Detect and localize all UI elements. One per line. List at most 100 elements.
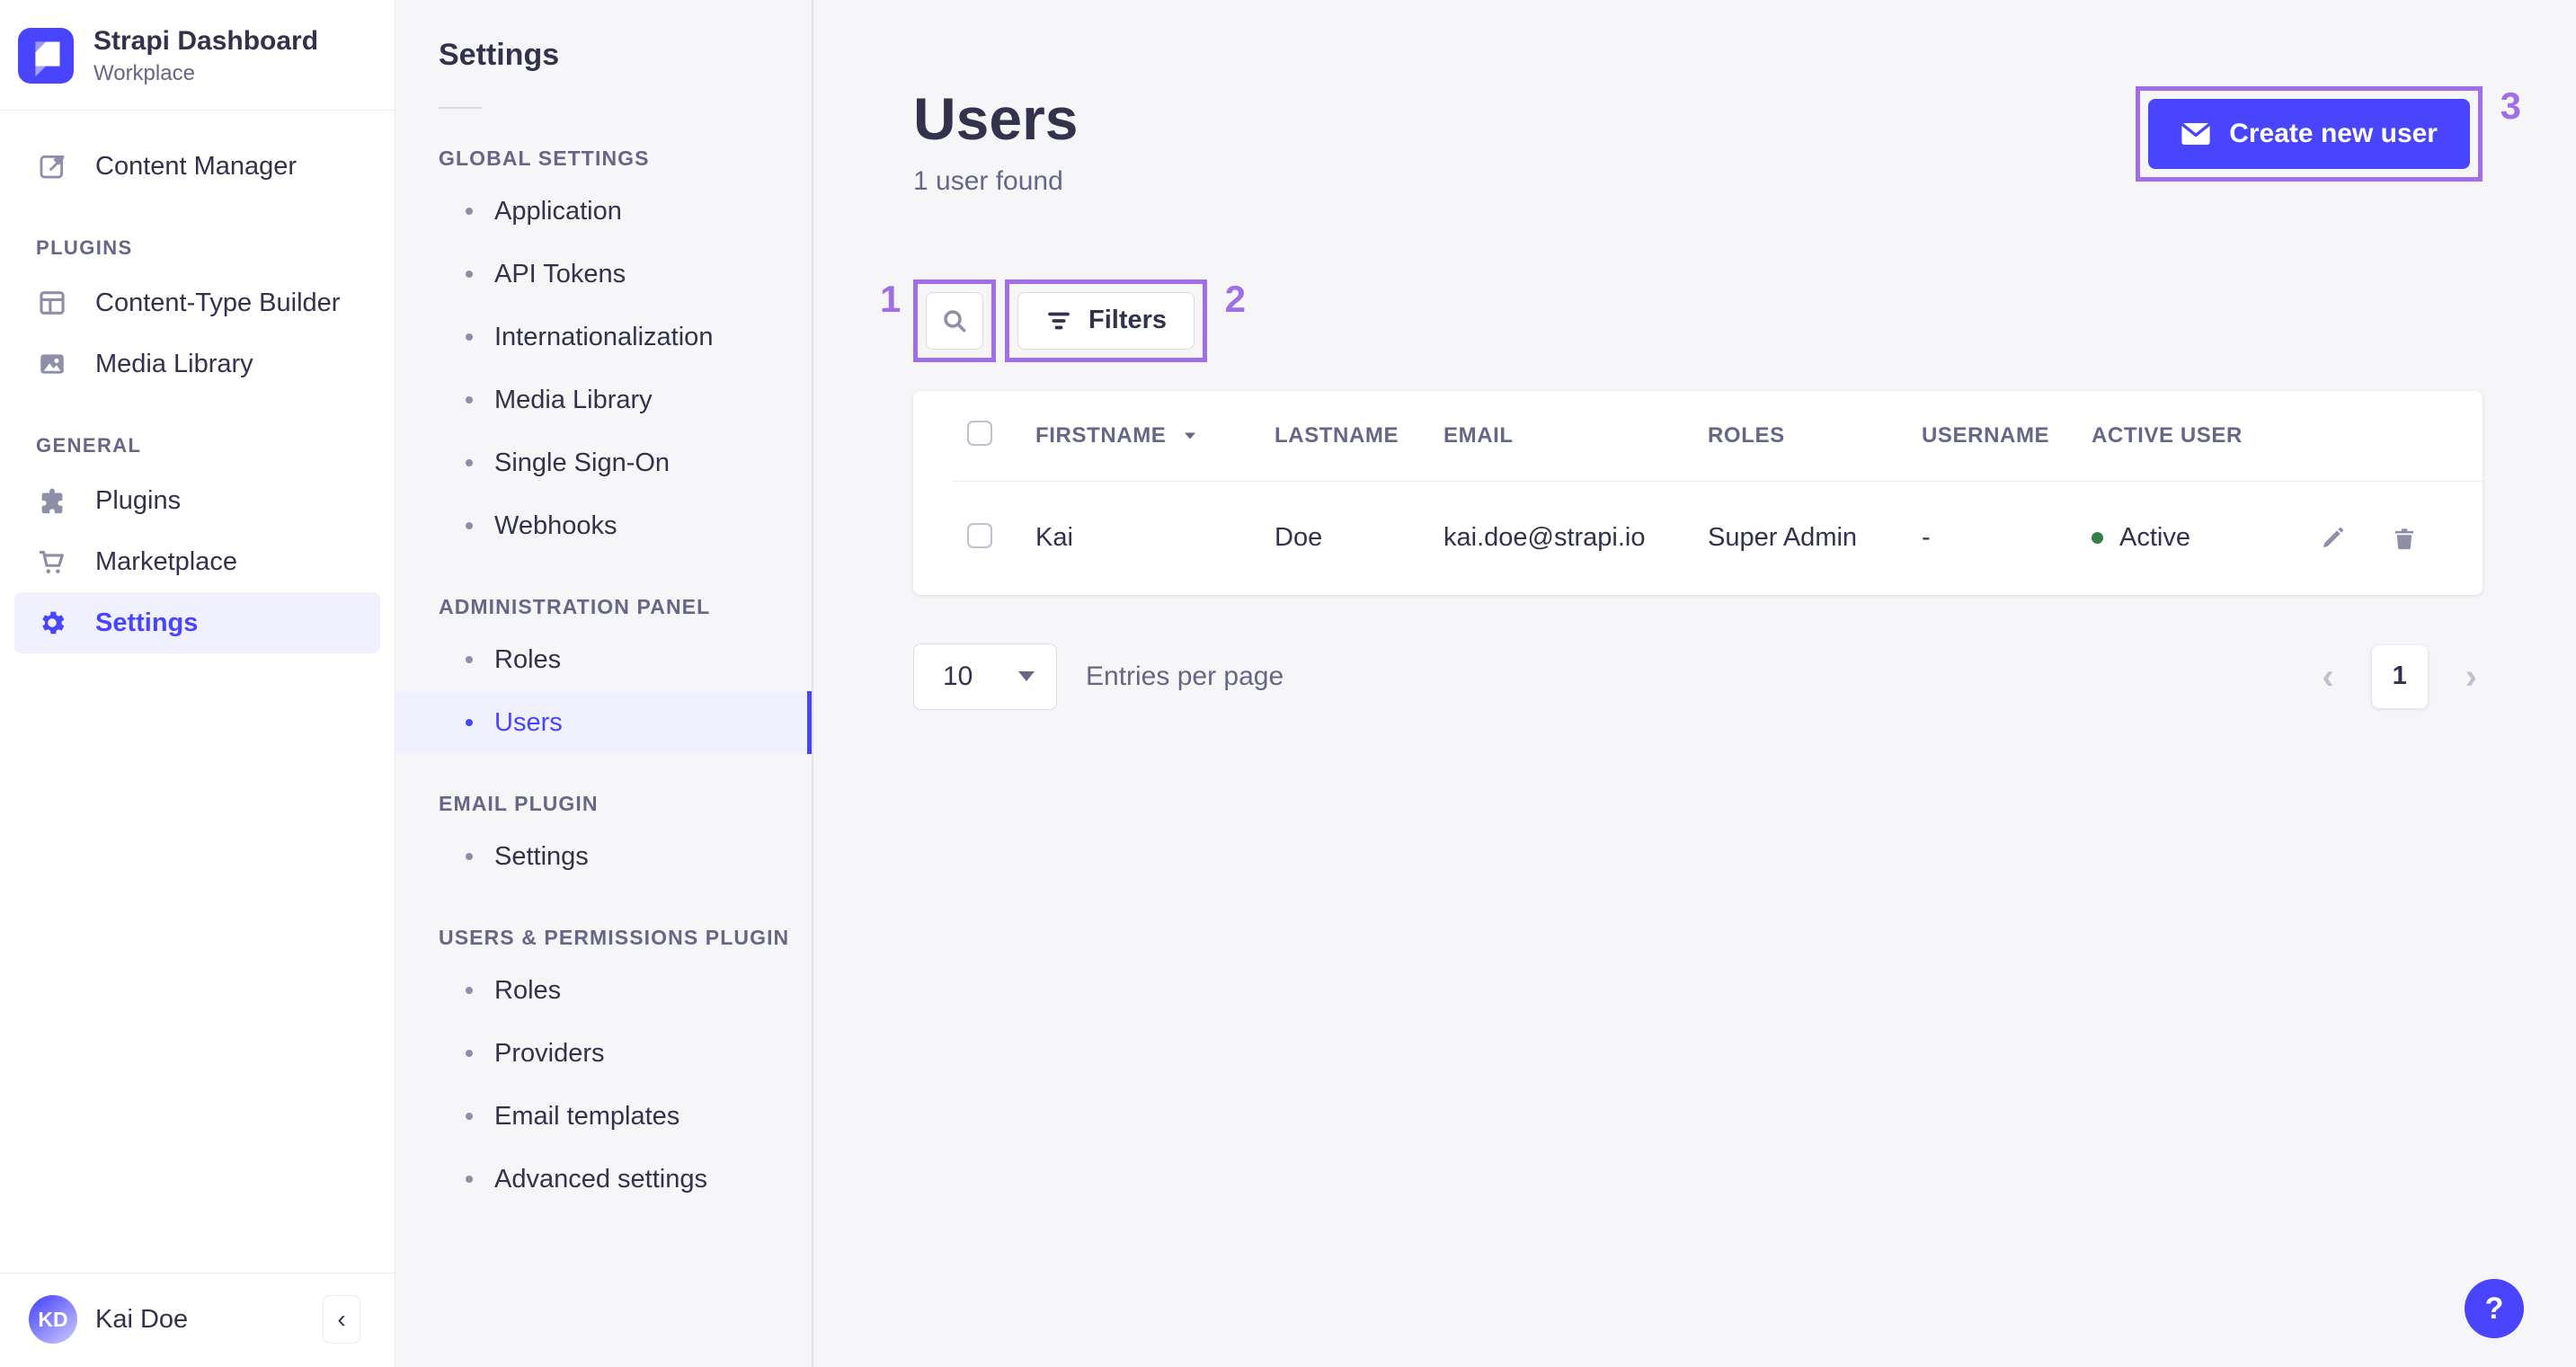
- settings-sidebar-title: Settings: [439, 38, 560, 72]
- col-header-label: LASTNAME: [1275, 422, 1399, 448]
- annotation-box-1: 1: [880, 279, 996, 362]
- page-1-button[interactable]: 1: [2371, 644, 2428, 708]
- nav-item-label: Marketplace: [95, 546, 237, 576]
- settings-nav-item-advanced-settings[interactable]: Advanced settings: [395, 1148, 812, 1211]
- settings-nav-item-users[interactable]: Users: [395, 691, 812, 754]
- annotation-box-3: 3 Create new user: [2136, 86, 2521, 182]
- brand-header: Strapi Dashboard Workplace: [0, 0, 395, 111]
- settings-nav-item-webhooks[interactable]: Webhooks: [395, 494, 812, 557]
- col-header-label: EMAIL: [1443, 422, 1514, 448]
- settings-nav-item-label: Media Library: [494, 385, 653, 414]
- page-header: Users 1 user found 3 Create new user: [913, 86, 2521, 197]
- settings-nav-item-roles-admin[interactable]: Roles: [395, 628, 812, 691]
- settings-nav-item-email-settings[interactable]: Settings: [395, 825, 812, 888]
- col-header-roles[interactable]: ROLES: [1708, 423, 1922, 448]
- settings-nav-item-label: API Tokens: [494, 259, 626, 288]
- settings-nav-item-label: Roles: [494, 975, 562, 1005]
- table-actions-row: 1 2 Filters: [880, 277, 2483, 362]
- settings-nav-item-label: Email templates: [494, 1101, 680, 1131]
- pager: ‹ 1 ›: [2316, 644, 2483, 708]
- next-page-button[interactable]: ›: [2460, 659, 2483, 695]
- settings-nav-item-media-library[interactable]: Media Library: [395, 368, 812, 431]
- row-actions: [2316, 522, 2491, 555]
- app-title: Strapi Dashboard: [93, 26, 319, 56]
- puzzle-icon: [36, 484, 68, 517]
- bullet-icon: [466, 656, 473, 663]
- collapse-sidebar-button[interactable]: ‹: [323, 1295, 360, 1344]
- nav-item-label: Media Library: [95, 349, 253, 378]
- previous-page-button[interactable]: ‹: [2316, 659, 2339, 695]
- settings-sidebar: Settings GLOBAL SETTINGS Application API…: [395, 0, 813, 1367]
- col-header-email[interactable]: EMAIL: [1443, 423, 1708, 448]
- nav-section-plugins: PLUGINS: [36, 236, 133, 259]
- col-header-username[interactable]: USERNAME: [1922, 423, 2092, 448]
- bullet-icon: [466, 522, 473, 529]
- settings-nav-item-providers[interactable]: Providers: [395, 1022, 812, 1085]
- users-table: FIRSTNAME LASTNAME EMAIL ROLES USERNAME …: [913, 390, 2483, 595]
- section-label-users-permissions-plugin: USERS & PERMISSIONS PLUGIN: [439, 926, 790, 949]
- settings-nav-item-label: Settings: [494, 841, 589, 871]
- row-checkbox[interactable]: [967, 523, 992, 549]
- settings-nav-item-application[interactable]: Application: [395, 180, 812, 243]
- layout-icon: [36, 287, 68, 319]
- nav-item-label: Settings: [95, 608, 199, 637]
- col-header-active-user[interactable]: ACTIVE USER: [2092, 423, 2316, 448]
- nav-item-content-manager[interactable]: Content Manager: [14, 136, 380, 197]
- settings-nav-item-api-tokens[interactable]: API Tokens: [395, 243, 812, 306]
- bullet-icon: [466, 853, 473, 860]
- entries-per-page-label: Entries per page: [1086, 661, 1284, 691]
- mail-icon: [2181, 121, 2211, 146]
- pagination-row: 10 Entries per page ‹ 1 ›: [913, 643, 2483, 710]
- nav-item-media-library[interactable]: Media Library: [14, 333, 380, 395]
- settings-nav-item-internationalization[interactable]: Internationalization: [395, 306, 812, 368]
- settings-nav-item-single-sign-on[interactable]: Single Sign-On: [395, 431, 812, 494]
- section-label-administration-panel: ADMINISTRATION PANEL: [439, 595, 711, 618]
- nav-item-plugins[interactable]: Plugins: [14, 470, 380, 531]
- nav-group-plugins: Content-Type Builder Media Library: [14, 272, 380, 395]
- nav-section-general: GENERAL: [36, 434, 142, 457]
- gear-icon: [36, 607, 68, 639]
- sort-desc-icon: [1184, 431, 1196, 440]
- nav-items: Content Manager PLUGINS Content-Type Bui…: [0, 111, 395, 653]
- nav-item-settings[interactable]: Settings: [14, 592, 380, 653]
- settings-nav-item-label: Internationalization: [494, 322, 714, 351]
- nav-item-label: Content-Type Builder: [95, 288, 341, 317]
- nav-footer: KD Kai Doe ‹: [0, 1273, 395, 1367]
- cell-firstname: Kai: [1035, 523, 1073, 553]
- nav-item-content-type-builder[interactable]: Content-Type Builder: [14, 272, 380, 333]
- page-size-select[interactable]: 10: [913, 643, 1057, 710]
- trash-icon: [2391, 524, 2418, 553]
- annotation-number-3: 3: [2500, 84, 2521, 127]
- create-new-user-button[interactable]: Create new user: [2148, 99, 2470, 169]
- col-header-lastname[interactable]: LASTNAME: [1275, 423, 1443, 448]
- filters-button[interactable]: Filters: [1017, 291, 1195, 350]
- col-header-firstname[interactable]: FIRSTNAME: [1035, 423, 1275, 448]
- nav-group-general: Plugins Marketplace Settings: [14, 470, 380, 653]
- help-button[interactable]: ?: [2465, 1279, 2524, 1338]
- edit-user-button[interactable]: [2316, 522, 2349, 555]
- settings-nav-item-email-templates[interactable]: Email templates: [395, 1085, 812, 1148]
- bullet-icon: [466, 1113, 473, 1120]
- select-all-checkbox[interactable]: [967, 421, 992, 447]
- workspace-name: Workplace: [93, 61, 195, 85]
- caret-down-icon: [1018, 671, 1035, 682]
- cell-active-user: Active: [2092, 523, 2316, 553]
- search-button[interactable]: [926, 291, 983, 350]
- settings-nav-item-roles-up[interactable]: Roles: [395, 959, 812, 1022]
- content-manager-icon: [36, 150, 68, 182]
- cell-username: -: [1922, 523, 1931, 553]
- delete-user-button[interactable]: [2388, 522, 2421, 555]
- bullet-icon: [466, 719, 473, 726]
- nav-item-marketplace[interactable]: Marketplace: [14, 531, 380, 592]
- settings-nav-item-label: Roles: [494, 644, 562, 674]
- col-header-label: USERNAME: [1922, 422, 2050, 448]
- table-row[interactable]: Kai Doe kai.doe@strapi.io Super Admin - …: [913, 482, 2483, 595]
- nav-item-label: Content Manager: [95, 151, 298, 181]
- bullet-icon: [466, 1176, 473, 1183]
- page-size-value: 10: [943, 661, 973, 691]
- user-avatar[interactable]: KD: [29, 1295, 77, 1344]
- status-label: Active: [2119, 523, 2190, 553]
- annotation-number-2: 2: [1224, 277, 1247, 320]
- status-dot-icon: [2092, 532, 2103, 545]
- section-label-global-settings: GLOBAL SETTINGS: [439, 146, 650, 170]
